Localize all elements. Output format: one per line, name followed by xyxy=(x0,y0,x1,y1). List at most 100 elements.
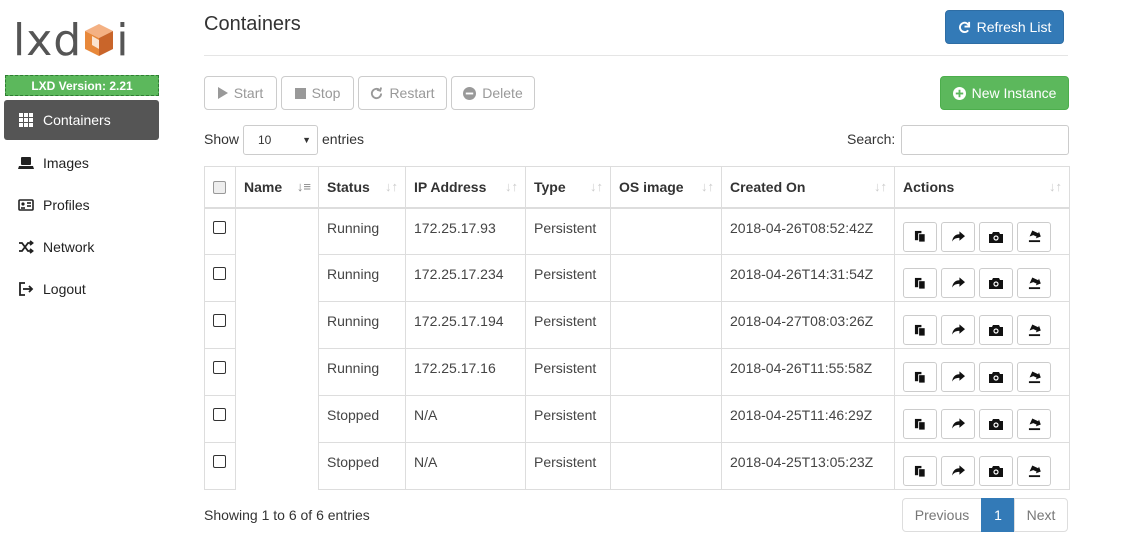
logo: lxd i xyxy=(13,16,153,66)
row-checkbox[interactable] xyxy=(213,220,226,234)
column-header-created-on[interactable]: Created On ↓↑ xyxy=(721,166,895,209)
migrate-button[interactable] xyxy=(941,362,975,392)
table-row: Running 172.25.17.93 Persistent 2018-04-… xyxy=(204,207,1070,255)
minus-circle-icon xyxy=(463,86,477,100)
column-header-label: Name xyxy=(244,179,283,195)
export-button[interactable] xyxy=(1017,409,1051,439)
export-button[interactable] xyxy=(1017,456,1051,486)
status-cell: Running xyxy=(318,348,406,396)
copy-button[interactable] xyxy=(903,409,937,439)
copy-button[interactable] xyxy=(903,221,937,252)
sidebar-item-logout[interactable]: Logout xyxy=(4,268,159,310)
name-cell[interactable] xyxy=(235,254,319,302)
search-input[interactable] xyxy=(901,125,1069,155)
previous-page-button[interactable]: Previous xyxy=(902,498,982,532)
sidebar-item-label: Images xyxy=(43,155,89,171)
name-cell[interactable] xyxy=(235,395,319,443)
copy-button[interactable] xyxy=(903,362,937,392)
actions-cell xyxy=(894,207,1070,255)
pagination: Previous 1 Next xyxy=(902,498,1068,532)
start-button[interactable]: Start xyxy=(204,76,277,110)
export-icon xyxy=(1028,418,1041,431)
name-cell[interactable] xyxy=(235,348,319,396)
sidebar-item-images[interactable]: Images xyxy=(4,142,159,184)
ip-cell: 172.25.17.234 xyxy=(405,254,526,302)
row-checkbox[interactable] xyxy=(213,455,226,468)
export-button[interactable] xyxy=(1017,362,1051,392)
export-button[interactable] xyxy=(1017,315,1051,345)
sidebar: lxd i LXD Version: 2.21 Containers Image… xyxy=(0,0,165,542)
export-button[interactable] xyxy=(1017,221,1051,252)
sidebar-item-profiles[interactable]: Profiles xyxy=(4,184,159,226)
table-header-row: Name ↓≡ Status ↓↑ IP Address ↓↑ Type ↓↑ OS i… xyxy=(204,166,1070,209)
sidebar-item-network[interactable]: Network xyxy=(4,226,159,268)
migrate-button[interactable] xyxy=(941,221,975,252)
migrate-button[interactable] xyxy=(941,315,975,345)
new-instance-button[interactable]: New Instance xyxy=(940,76,1069,110)
status-cell: Running xyxy=(318,254,406,302)
actions-cell xyxy=(894,395,1070,443)
column-header-label: Status xyxy=(327,179,370,195)
restart-button[interactable]: Restart xyxy=(358,76,447,110)
snapshot-button[interactable] xyxy=(979,456,1013,486)
row-checkbox[interactable] xyxy=(213,408,226,421)
export-button[interactable] xyxy=(1017,268,1051,298)
created-cell: 2018-04-25T11:46:29Z xyxy=(721,395,895,443)
entries-per-page-select[interactable]: 10 ▼ xyxy=(243,125,318,155)
actions-cell xyxy=(894,348,1070,396)
name-cell[interactable] xyxy=(235,207,319,255)
share-arrow-icon xyxy=(951,277,965,289)
snapshot-button[interactable] xyxy=(979,221,1013,252)
refresh-list-button[interactable]: Refresh List xyxy=(945,10,1064,44)
column-header-label: Actions xyxy=(903,179,955,195)
name-cell[interactable] xyxy=(235,301,319,349)
os-image-cell xyxy=(610,395,722,443)
snapshot-button[interactable] xyxy=(979,268,1013,298)
sidebar-item-label: Logout xyxy=(43,281,86,297)
row-checkbox[interactable] xyxy=(213,267,226,280)
search-label: Search: xyxy=(847,131,896,147)
column-header-label: Type xyxy=(534,179,566,195)
snapshot-button[interactable] xyxy=(979,362,1013,392)
select-all-cell[interactable] xyxy=(204,166,236,209)
page-1-button[interactable]: 1 xyxy=(981,498,1015,532)
snapshot-button[interactable] xyxy=(979,409,1013,439)
logo-text-right: i xyxy=(116,15,130,66)
export-icon xyxy=(1028,465,1041,478)
start-label: Start xyxy=(233,85,264,101)
sidebar-item-containers[interactable]: Containers xyxy=(4,100,159,140)
select-all-checkbox[interactable] xyxy=(213,181,226,194)
next-page-button[interactable]: Next xyxy=(1014,498,1068,532)
copy-button[interactable] xyxy=(903,456,937,486)
stop-button[interactable]: Stop xyxy=(281,76,354,110)
column-header-actions[interactable]: Actions ↓↑ xyxy=(894,166,1070,209)
shuffle-icon xyxy=(18,239,34,255)
column-header-type[interactable]: Type ↓↑ xyxy=(525,166,611,209)
column-header-ip-address[interactable]: IP Address ↓↑ xyxy=(405,166,526,209)
sort-icon: ↓↑ xyxy=(1049,179,1062,194)
row-checkbox[interactable] xyxy=(213,361,226,374)
os-image-cell xyxy=(610,348,722,396)
migrate-button[interactable] xyxy=(941,456,975,486)
sort-icon: ↓↑ xyxy=(505,179,518,194)
copy-button[interactable] xyxy=(903,268,937,298)
status-cell: Running xyxy=(318,207,406,255)
column-header-os-image[interactable]: OS image ↓↑ xyxy=(610,166,722,209)
copy-button[interactable] xyxy=(903,315,937,345)
actions-cell xyxy=(894,442,1070,490)
row-checkbox[interactable] xyxy=(213,314,226,327)
status-cell: Stopped xyxy=(318,442,406,490)
sidebar-item-label: Profiles xyxy=(43,197,90,213)
column-header-status[interactable]: Status ↓↑ xyxy=(318,166,406,209)
share-arrow-icon xyxy=(951,371,965,383)
delete-button[interactable]: Delete xyxy=(451,76,535,110)
name-cell[interactable] xyxy=(235,442,319,490)
caret-down-icon: ▼ xyxy=(302,135,311,145)
migrate-button[interactable] xyxy=(941,268,975,298)
column-header-name[interactable]: Name ↓≡ xyxy=(235,166,319,209)
snapshot-button[interactable] xyxy=(979,315,1013,345)
containers-table: Name ↓≡ Status ↓↑ IP Address ↓↑ Type ↓↑ OS i… xyxy=(204,166,1070,490)
created-cell: 2018-04-26T14:31:54Z xyxy=(721,254,895,302)
camera-icon xyxy=(989,324,1003,336)
migrate-button[interactable] xyxy=(941,409,975,439)
